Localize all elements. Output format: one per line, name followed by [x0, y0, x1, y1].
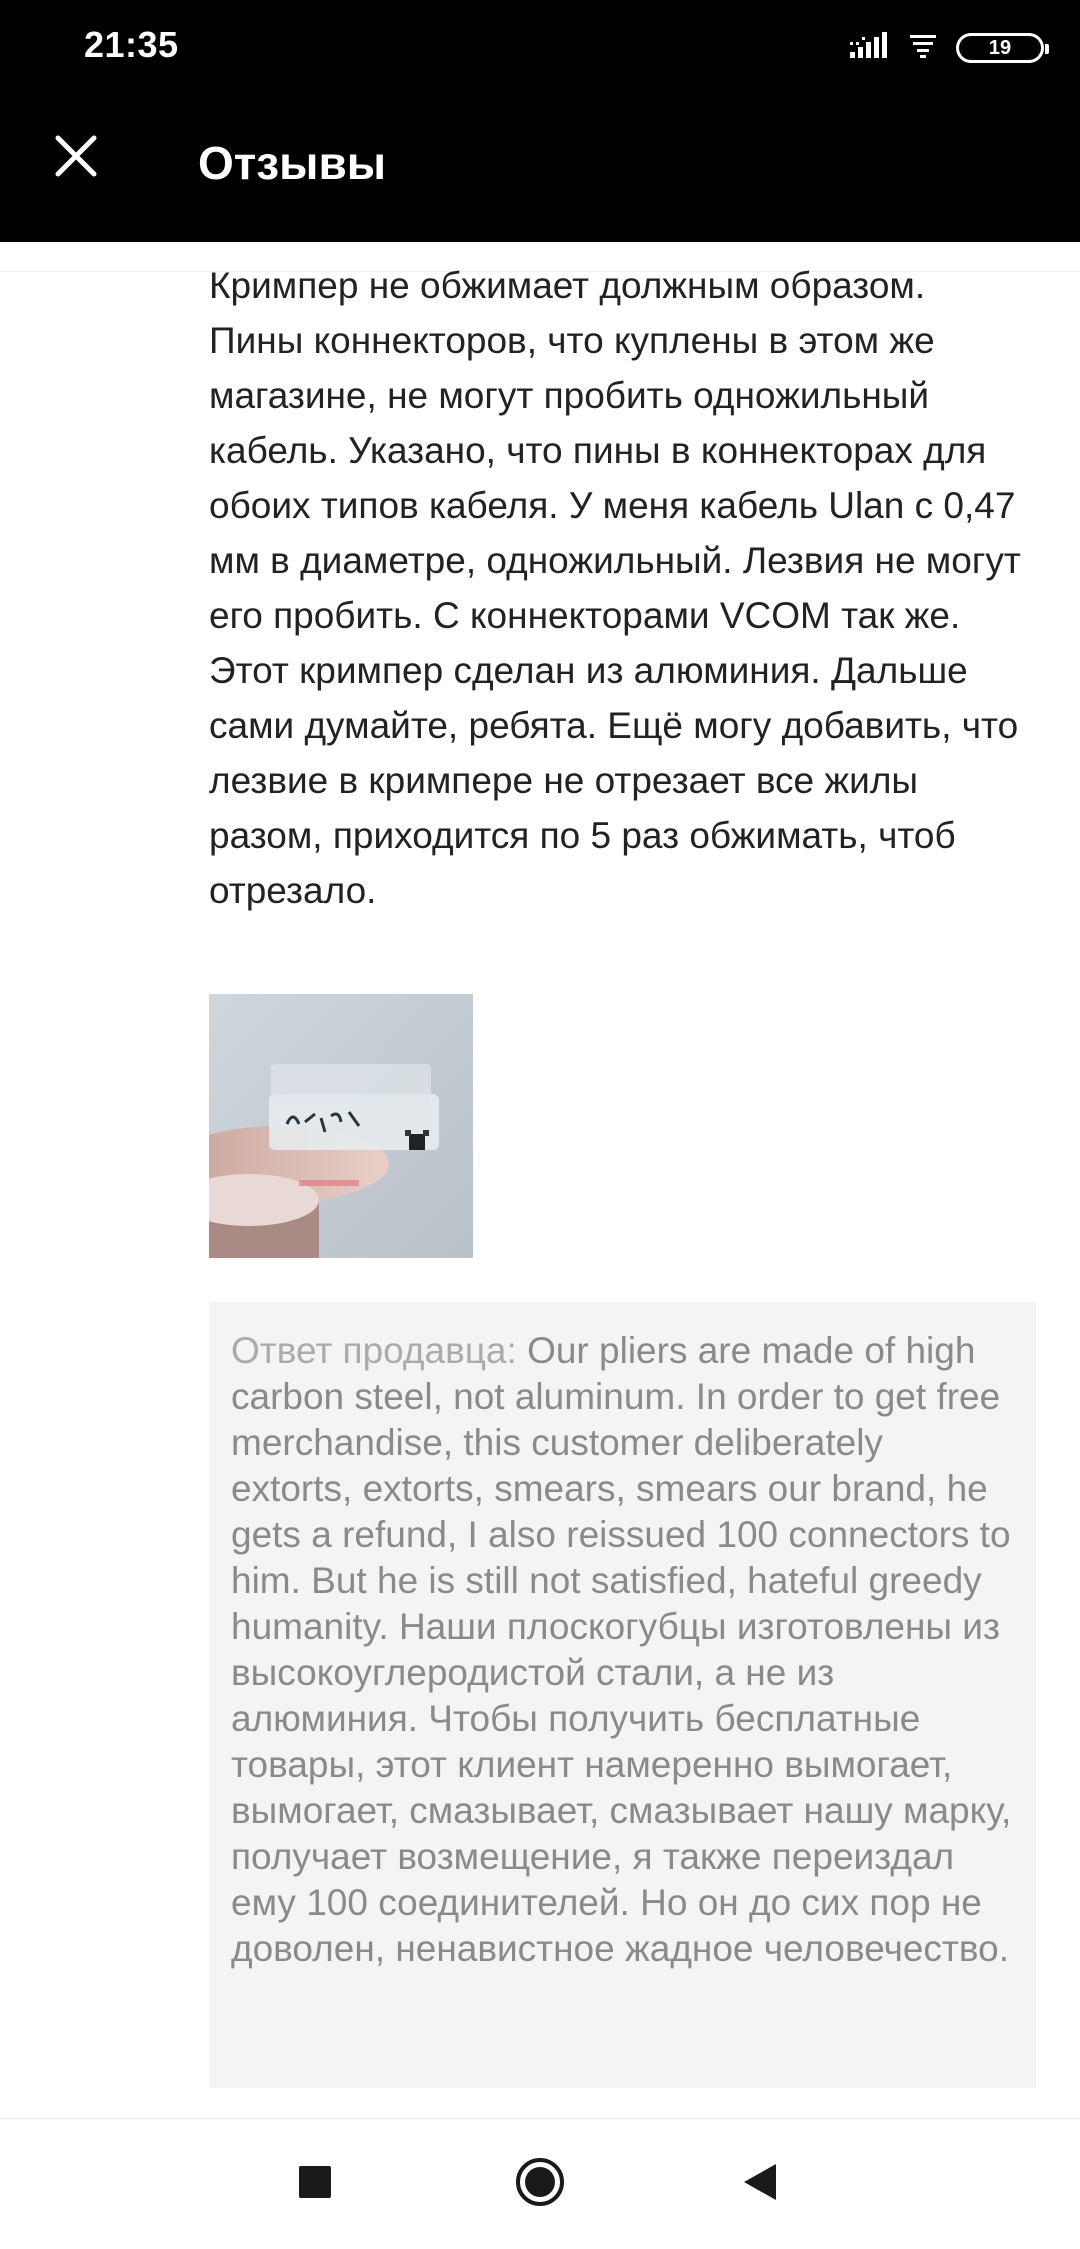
back-button[interactable]: [715, 2139, 805, 2229]
recents-square-icon: [297, 2164, 333, 2205]
seller-reply-label: Ответ продавца:: [231, 1330, 528, 1371]
signal-icon: [850, 31, 890, 65]
wifi-icon: [908, 33, 938, 64]
home-circle-icon: [514, 2156, 566, 2213]
status-bar: 21:35 19: [0, 0, 1080, 96]
review-photo-thumbnail[interactable]: [209, 994, 473, 1258]
app-bar: Отзывы: [0, 96, 1080, 242]
home-button[interactable]: [495, 2139, 585, 2229]
recents-button[interactable]: [270, 2139, 360, 2229]
page-title: Отзывы: [198, 137, 387, 189]
battery-icon: 19: [956, 33, 1049, 63]
close-icon: [54, 134, 98, 183]
close-button[interactable]: [40, 122, 112, 194]
seller-reply: Ответ продавца: Our pliers are made of h…: [209, 1302, 1036, 2088]
system-navigation-bar: [0, 2118, 1080, 2249]
seller-reply-text: Our pliers are made of high carbon steel…: [231, 1330, 1012, 1969]
status-time: 21:35: [84, 24, 179, 65]
back-triangle-icon: [742, 2162, 778, 2207]
review-text: Кримпер не обжимает должным образом. Пин…: [209, 265, 1021, 911]
status-icons: 19: [850, 30, 1049, 66]
